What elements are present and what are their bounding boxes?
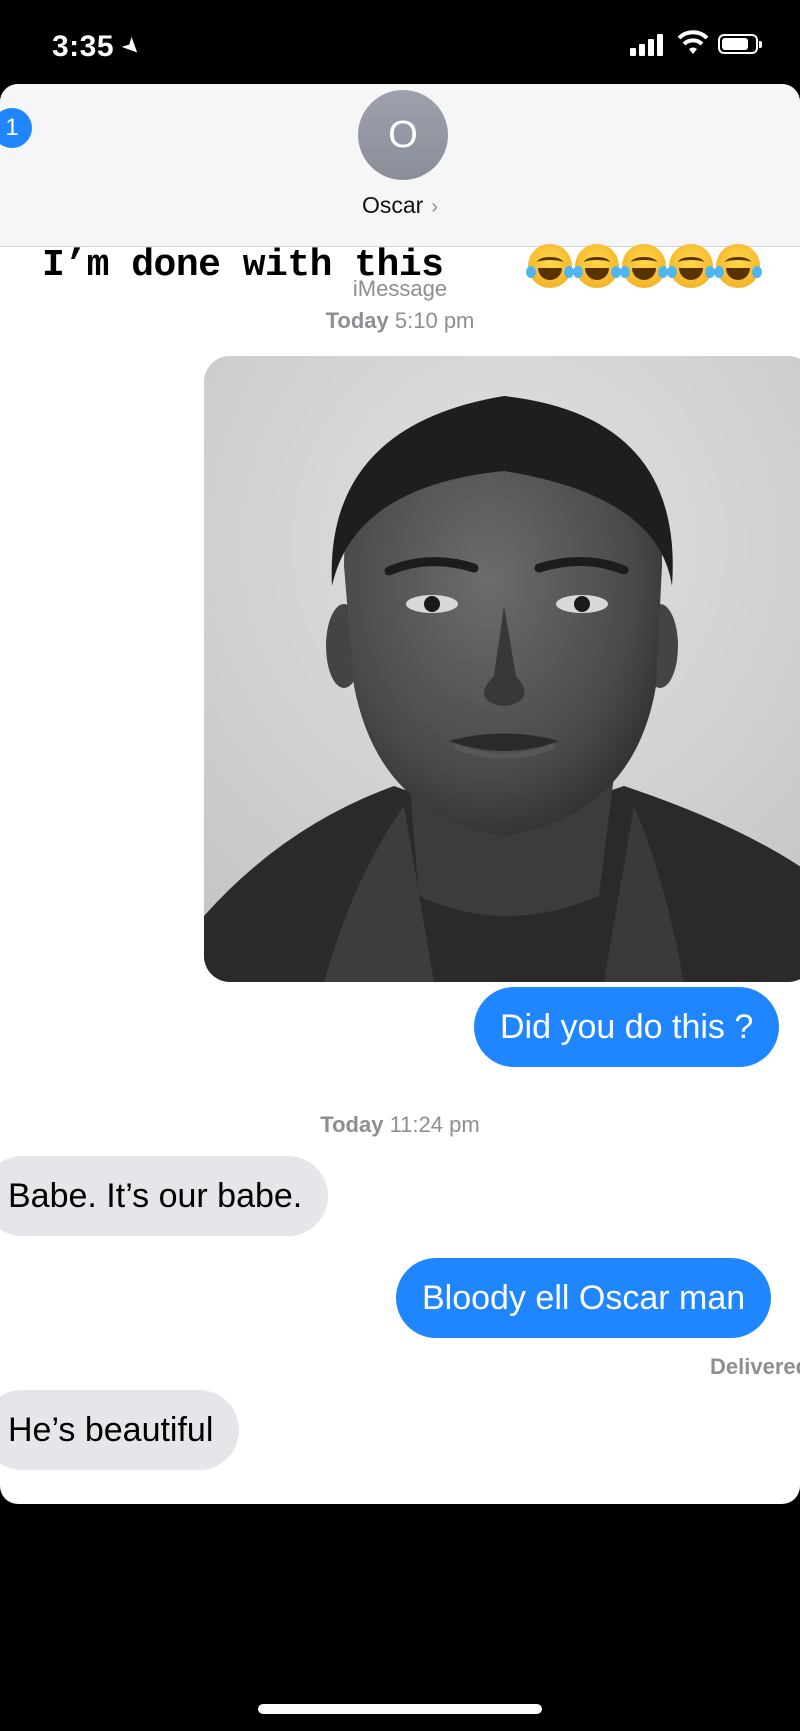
contact-name-button[interactable]: Oscar › (0, 192, 800, 219)
back-button-badge[interactable]: 1 (0, 108, 32, 148)
portrait-photo (204, 356, 800, 982)
contact-name: Oscar (361, 192, 424, 218)
photo-attachment[interactable] (204, 356, 800, 982)
status-time: 3:35 ➤ (52, 30, 148, 63)
timestamp: Today 5:10 pm (325, 308, 475, 333)
wifi-icon (677, 30, 709, 54)
message-bubble-sent[interactable]: Did you do this ? (474, 987, 780, 1067)
timestamp: Today 11:24 pm (320, 1112, 480, 1137)
delivered-status: Delivered (710, 1354, 800, 1379)
chevron-right-icon: › (431, 196, 438, 218)
conversation-header: 1 O Oscar › (0, 84, 800, 247)
status-bar: 3:35 ➤ (0, 0, 800, 84)
contact-avatar[interactable]: O (358, 90, 448, 180)
battery-icon (718, 34, 762, 54)
home-indicator[interactable] (258, 1704, 542, 1714)
messages-screen: 1 O Oscar › I’m done with this iMessage T… (0, 84, 800, 1504)
message-bubble-sent[interactable]: Bloody ell Oscar man (396, 1258, 772, 1338)
message-bubble-received[interactable]: He’s beautiful (0, 1390, 240, 1470)
message-bubble-received[interactable]: Babe. It’s our babe. (0, 1156, 329, 1236)
service-label: iMessage (352, 276, 448, 301)
cellular-signal-icon (630, 32, 668, 56)
location-arrow-icon: ➤ (116, 30, 148, 63)
